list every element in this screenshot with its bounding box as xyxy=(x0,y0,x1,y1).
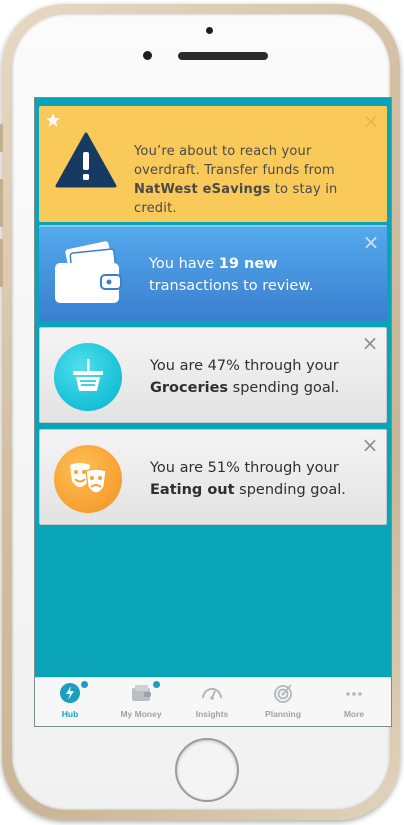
tab-label: My Money xyxy=(120,709,162,719)
gauge-icon xyxy=(202,688,222,700)
alert-line: You’re about to reach your xyxy=(134,144,312,159)
eating-out-goal-text: You are 51% through your Eating out spen… xyxy=(150,457,380,501)
alert-line: overdraft. Transfer funds from xyxy=(134,163,335,178)
bottom-tab-bar: Hub My Money Insights Planning More xyxy=(35,677,391,726)
goal-name: Groceries xyxy=(150,380,229,396)
close-icon[interactable]: × xyxy=(360,333,380,354)
tab-planning[interactable]: Planning xyxy=(248,678,318,726)
silent-switch xyxy=(0,124,3,152)
overdraft-alert-text: You’re about to reach your overdraft. Tr… xyxy=(134,142,384,218)
close-icon[interactable]: × xyxy=(361,111,381,132)
groceries-goal-card[interactable]: × You are 47% through your Groceries spe… xyxy=(39,327,387,423)
app-screen: × You’re about to reach your overdraft. … xyxy=(34,97,392,727)
eating-out-goal-card[interactable]: × You are 51% through your Eating out sp… xyxy=(39,429,387,525)
transactions-alert-text: You have 19 new transactions to review. xyxy=(149,253,379,297)
alert-line: NatWest eSavings to stay in credit. xyxy=(134,180,384,218)
transaction-count: 19 new xyxy=(218,256,278,272)
volume-down-button xyxy=(0,239,3,287)
basket-icon xyxy=(73,359,103,391)
alert-suffix: spending goal. xyxy=(228,380,340,396)
eating-out-icon-circle xyxy=(54,445,122,513)
tab-hub[interactable]: Hub xyxy=(35,678,105,726)
star-icon[interactable] xyxy=(45,112,61,128)
groceries-goal-text: You are 47% through your Groceries spend… xyxy=(150,355,380,399)
notification-dot xyxy=(153,681,160,688)
alert-line: You are 51% through your xyxy=(150,460,339,476)
volume-up-button xyxy=(0,179,3,227)
warning-icon xyxy=(55,132,117,188)
alert-line: transactions to review. xyxy=(149,278,314,294)
wallet-icon xyxy=(55,241,122,303)
wallet-icon xyxy=(132,685,151,701)
lightning-icon xyxy=(60,683,80,703)
tab-label: Hub xyxy=(61,709,79,719)
tab-insights[interactable]: Insights xyxy=(177,678,247,726)
tab-label: Insights xyxy=(195,709,229,719)
target-icon xyxy=(274,684,292,703)
alert-line: Groceries spending goal. xyxy=(150,377,380,399)
groceries-icon-circle xyxy=(54,343,122,411)
home-button[interactable] xyxy=(175,738,239,802)
alert-suffix: spending goal. xyxy=(234,482,346,498)
tab-label: Planning xyxy=(265,709,301,719)
proximity-sensor xyxy=(206,27,213,34)
alert-line: You have 19 new xyxy=(149,253,379,275)
front-camera xyxy=(143,51,152,60)
overdraft-alert-card[interactable]: × You’re about to reach your overdraft. … xyxy=(39,106,387,222)
transactions-alert-card[interactable]: × You have 19 new transactions to review… xyxy=(39,225,387,321)
more-icon xyxy=(346,692,362,696)
tab-my-money[interactable]: My Money xyxy=(106,678,176,726)
close-icon[interactable]: × xyxy=(361,232,381,253)
close-icon[interactable]: × xyxy=(360,435,380,456)
alert-line: You are 47% through your xyxy=(150,358,339,374)
earpiece-speaker xyxy=(178,52,268,60)
tab-more[interactable]: More xyxy=(319,678,389,726)
alert-line: Eating out spending goal. xyxy=(150,479,380,501)
notification-dot xyxy=(81,681,88,688)
account-name: NatWest eSavings xyxy=(134,182,271,197)
alert-prefix: You have xyxy=(149,256,219,272)
tab-label: More xyxy=(343,709,365,719)
goal-name: Eating out xyxy=(150,482,235,498)
theater-masks-icon xyxy=(70,463,107,494)
